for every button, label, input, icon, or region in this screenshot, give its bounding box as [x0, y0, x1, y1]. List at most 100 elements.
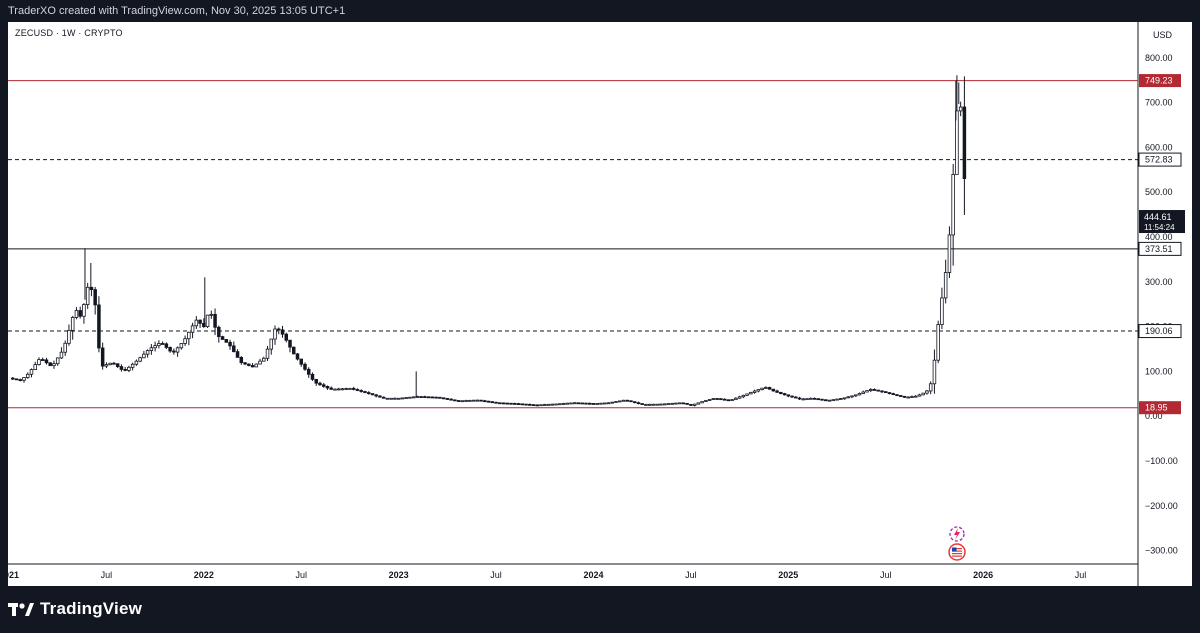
candle-down [498, 402, 502, 405]
candle-up [348, 388, 352, 390]
candle-down [44, 359, 49, 364]
price-tick-label: 500.00 [1145, 187, 1173, 197]
candle-down [505, 402, 510, 405]
candle-up [82, 304, 86, 317]
candle-up [565, 402, 570, 405]
candle-down [441, 397, 446, 400]
candle-down [325, 385, 330, 389]
price-tick-label: 800.00 [1145, 53, 1173, 63]
candle-down [423, 396, 427, 399]
candle-down [295, 353, 300, 360]
candle-down [329, 387, 333, 390]
candle-up [33, 364, 37, 371]
candle-down [883, 391, 888, 393]
candle-up [209, 313, 214, 316]
candle-up [741, 394, 746, 398]
candle-down [872, 389, 877, 391]
candle-up [595, 403, 599, 405]
candle-down [528, 403, 532, 406]
tradingview-logo[interactable]: TradingView [8, 599, 142, 619]
level-price-label: 572.83 [1145, 155, 1173, 165]
candle-up [711, 398, 716, 400]
candle-down [453, 399, 457, 402]
candle-down [213, 313, 217, 328]
candle-up [145, 350, 150, 355]
candle-up [846, 396, 851, 399]
time-tick-label: 2025 [778, 570, 798, 580]
candle-down [486, 400, 491, 403]
lightning-bolt-glyph [954, 528, 960, 540]
candle-down [445, 398, 450, 400]
candle-up [29, 369, 34, 375]
candle-up [415, 396, 420, 398]
candle-up [385, 397, 390, 400]
candle-down [217, 326, 221, 337]
candle-up [749, 392, 753, 395]
candle-up [475, 399, 480, 402]
candle-down [419, 396, 423, 398]
chart-frame[interactable]: 800.00700.00600.00500.00400.00300.00200.… [8, 22, 1192, 586]
candle-up [550, 403, 555, 406]
candle-down [434, 396, 438, 399]
candle-up [22, 377, 26, 381]
time-tick-label: 2022 [194, 570, 214, 580]
candle-up [764, 387, 768, 389]
time-tick-label: Jul [490, 570, 502, 580]
candle-down [288, 339, 292, 348]
candle-down [378, 395, 382, 398]
candle-up [543, 404, 547, 406]
candle-up [947, 234, 952, 273]
candle-up [63, 342, 67, 353]
candle-up [269, 338, 274, 350]
level-price-label: 373.51 [1145, 244, 1173, 254]
candle-down [587, 402, 592, 405]
candle-down [100, 347, 105, 367]
currency-label[interactable]: USD [1153, 30, 1172, 40]
candle-up [262, 357, 266, 362]
candle-up [333, 388, 337, 391]
candle-up [932, 359, 937, 385]
time-tick-label: 2023 [389, 570, 409, 580]
candle-down [494, 401, 498, 404]
candle-up [400, 397, 405, 400]
candle-down [456, 400, 461, 402]
candle-down [40, 359, 45, 361]
us-flag-icon[interactable] [948, 543, 966, 561]
flag-canton [952, 547, 957, 552]
price-tick-label: 100.00 [1145, 366, 1173, 376]
candle-up [258, 360, 262, 365]
candle-up [408, 396, 412, 399]
candle-up [134, 360, 139, 365]
candle-up [183, 338, 187, 344]
candle-down [719, 398, 723, 401]
candle-up [340, 388, 345, 391]
candle-down [314, 378, 318, 384]
candle-down [430, 396, 435, 399]
candle-down [119, 366, 124, 370]
candle-down [902, 395, 907, 398]
candle-up [336, 388, 341, 391]
candle-down [576, 402, 581, 405]
candle-up [943, 272, 948, 299]
candle-up [835, 398, 839, 401]
candle-down [591, 403, 596, 405]
candle-down [483, 400, 487, 403]
candle-up [127, 366, 131, 371]
candle-down [812, 397, 817, 400]
candle-down [355, 389, 360, 391]
price-chart[interactable]: 800.00700.00600.00500.00400.00300.00200.… [8, 22, 1192, 586]
candle-up [190, 325, 195, 333]
time-tick-label: 2021 [8, 570, 19, 580]
candle-down [299, 358, 303, 365]
candle-down [501, 402, 506, 405]
candle-down [239, 356, 244, 364]
candle-down [962, 106, 967, 179]
price-tick-label: −300.00 [1145, 546, 1178, 556]
candle-down [220, 336, 225, 340]
candle-up [108, 362, 112, 366]
candle-up [273, 328, 277, 340]
candle-up [913, 395, 918, 398]
candle-down [876, 389, 880, 392]
price-tick-label: 400.00 [1145, 232, 1173, 242]
candle-up [861, 391, 865, 394]
